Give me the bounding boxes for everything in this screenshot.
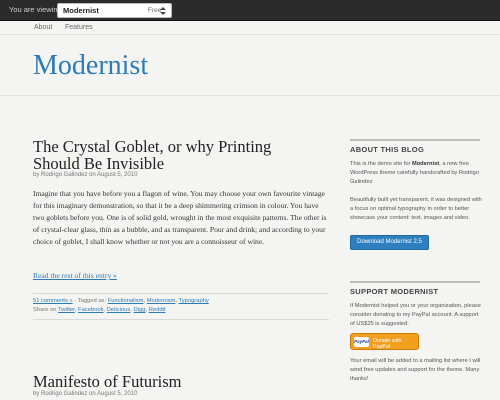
sidebar-support-text-2: Your email will be added to a mailing li… — [350, 358, 481, 382]
share-link-delicious[interactable]: Delicious — [107, 307, 131, 313]
theme-select-value: Modernist — [63, 6, 99, 15]
tag-link[interactable]: Functionalism — [108, 298, 144, 304]
post-excerpt: Imagine that you have before you a flago… — [33, 189, 327, 246]
post-title-line[interactable]: Should Be Invisible — [33, 154, 164, 173]
nav-item-about[interactable]: About — [34, 24, 52, 31]
site-title[interactable]: Modernist — [33, 50, 148, 82]
sidebar-support-text: If Modernist helped you or your organiza… — [350, 303, 481, 327]
comments-link[interactable]: 51 comments » — [33, 298, 73, 304]
tag-link[interactable]: Typography — [179, 298, 209, 304]
post-title[interactable]: Manifesto of Futurism — [33, 373, 303, 390]
post-byline: by Rodrigo Galindez on August 5, 2010 — [33, 391, 138, 397]
main-nav: About Features — [0, 21, 500, 35]
read-more-link[interactable]: Read the rest of this entry » — [33, 271, 117, 280]
post-meta: 51 comments » · Tagged as: Functionalism… — [33, 293, 329, 320]
theme-name-bold: Modernist — [411, 161, 440, 167]
sidebar-heading-about: ABOUT THIS BLOG — [350, 139, 480, 154]
donate-paypal-button[interactable]: PayPal Donate with PayPal — [350, 333, 419, 350]
sidebar-heading-support: SUPPORT MODERNIST — [350, 281, 480, 296]
share-label: Share on — [33, 307, 57, 313]
share-link-twitter[interactable]: Twitter — [58, 307, 75, 313]
viewing-label: You are viewing — [9, 5, 62, 14]
download-button[interactable]: Download Modernist 2.5 — [350, 235, 429, 250]
sidebar-about-text: This is the demo site for Modernist, a n… — [350, 161, 479, 185]
theme-select[interactable]: Modernist Free — [57, 3, 172, 18]
nav-item-features[interactable]: Features — [65, 24, 93, 31]
post-title-line[interactable]: Manifesto of Futurism — [33, 372, 182, 391]
tag-link[interactable]: Modernism — [147, 298, 176, 304]
post-title[interactable]: The Crystal Goblet, or why Printing Shou… — [33, 138, 303, 172]
sidebar-about-text-2: Beautifully built yet transparent, it wa… — [350, 197, 482, 221]
header-divider — [0, 95, 500, 96]
select-arrows-icon — [160, 5, 166, 17]
share-link-facebook[interactable]: Facebook — [78, 307, 103, 313]
share-link-digg[interactable]: Digg — [134, 307, 146, 313]
share-link-reddit[interactable]: Reddit — [149, 307, 166, 313]
paypal-logo-icon: PayPal — [354, 337, 369, 347]
donate-button-label: Donate with PayPal — [373, 338, 402, 350]
tagged-label: Tagged as: — [77, 298, 107, 304]
post-byline: by Rodrigo Galindez on August 5, 2010 — [33, 172, 138, 178]
theme-viewer-bar: You are viewing Modernist Free — [0, 0, 500, 21]
